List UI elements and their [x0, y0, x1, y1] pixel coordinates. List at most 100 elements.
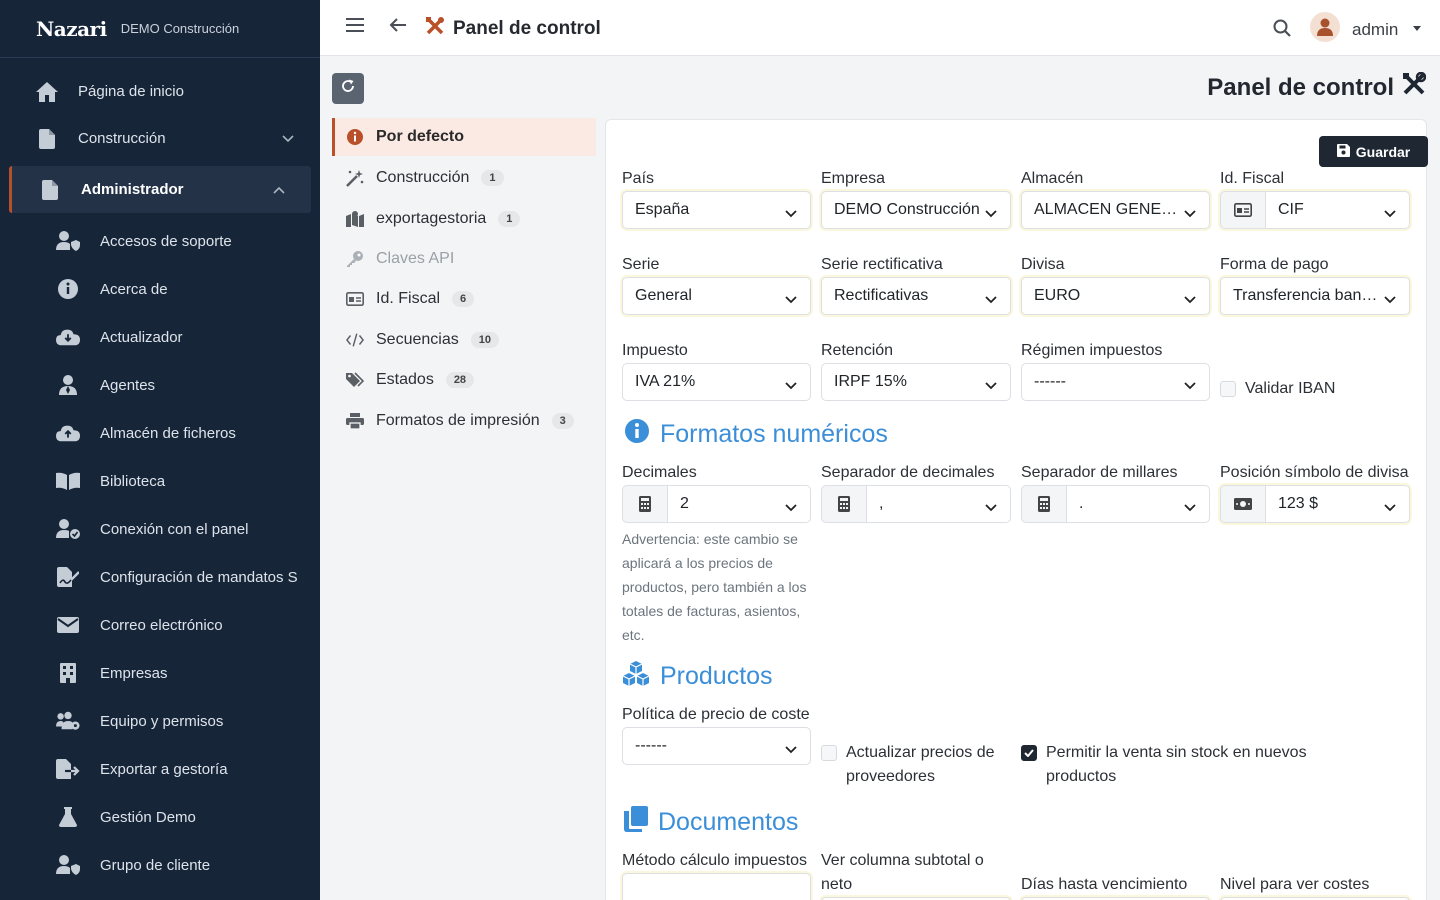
checkbox-box-checked[interactable]	[1021, 745, 1037, 761]
user-name[interactable]: admin	[1352, 20, 1398, 40]
sidebar-subitem-conexion[interactable]: Conexión con el panel	[0, 505, 320, 553]
subnav-item-label: Construcción	[376, 169, 470, 187]
subnav-item-formatos-impresion[interactable]: Formatos de impresión 3	[332, 400, 596, 440]
checkbox-validar-iban[interactable]: Validar IBAN	[1220, 377, 1410, 401]
sidebar-subitem-mandatos[interactable]: Configuración de mandatos S	[0, 553, 320, 601]
select-politica-precio[interactable]: ------	[622, 727, 811, 765]
field-empresa: Empresa DEMO Construcción	[821, 167, 1011, 229]
avatar[interactable]	[1310, 12, 1340, 42]
sidebar-item-construccion[interactable]: Construcción	[0, 115, 320, 162]
subnav-item-claves-api[interactable]: Claves API	[332, 239, 596, 279]
building-icon	[56, 663, 80, 683]
label-serie: Serie	[622, 256, 660, 273]
calculator-icon	[821, 485, 866, 523]
brand[interactable]: Nazari DEMO Construcción	[0, 0, 320, 58]
search-icon[interactable]	[1273, 19, 1291, 42]
select-pais[interactable]: España	[622, 191, 811, 229]
file-signature-icon	[56, 567, 80, 587]
subnav-item-secuencias[interactable]: Secuencias 10	[332, 320, 596, 360]
subnav-item-id-fiscal[interactable]: Id. Fiscal 6	[332, 279, 596, 319]
sidebar-subitem-equipo[interactable]: Equipo y permisos	[0, 697, 320, 745]
field-impuesto: Impuesto IVA 21%	[622, 339, 811, 401]
caret-down-icon[interactable]	[1413, 26, 1421, 31]
select-decimales[interactable]: 2	[667, 485, 811, 523]
count-badge: 28	[445, 372, 475, 389]
cloud-download-icon	[56, 328, 80, 346]
select-divisa[interactable]: EURO	[1021, 277, 1210, 315]
tools-icon	[425, 16, 445, 42]
select-value: General	[635, 287, 692, 304]
select-retencion[interactable]: IRPF 15%	[821, 363, 1011, 401]
select-empresa[interactable]: DEMO Construcción	[821, 191, 1011, 229]
sidebar-subitem-agentes[interactable]: Agentes	[0, 361, 320, 409]
select-value: 2	[680, 495, 689, 512]
sidebar-item-label: Actualizador	[100, 328, 183, 346]
chevron-up-icon	[273, 183, 285, 197]
select-metodo-calculo[interactable]	[622, 873, 811, 900]
sidebar-subitem-gestion-demo[interactable]: Gestión Demo	[0, 793, 320, 841]
sidebar-item-administrador[interactable]: Administrador	[9, 166, 311, 213]
chevron-down-icon	[785, 499, 797, 517]
select-value: Transferencia bancaria	[1233, 287, 1397, 304]
user-check-icon	[56, 519, 80, 539]
magic-wand-icon	[346, 169, 364, 188]
label-forma-pago: Forma de pago	[1220, 256, 1329, 273]
sidebar-subitem-accesos[interactable]: Accesos de soporte	[0, 217, 320, 265]
checkbox-actualizar-precios[interactable]: Actualizar precios de proveedores	[821, 741, 1011, 789]
select-value: CIF	[1278, 201, 1304, 218]
checkbox-label: Permitir la venta sin stock en nuevos pr…	[1046, 744, 1307, 785]
select-posicion-simbolo[interactable]: 123 $	[1265, 485, 1410, 523]
chevron-down-icon	[282, 132, 294, 146]
subnav-item-estados[interactable]: Estados 28	[332, 360, 596, 400]
select-value: EURO	[1034, 287, 1081, 304]
select-impuesto[interactable]: IVA 21%	[622, 363, 811, 401]
sidebar-subitem-acerca[interactable]: Acerca de	[0, 265, 320, 313]
select-separador-millares[interactable]: .	[1066, 485, 1210, 523]
checkbox-box[interactable]	[1220, 381, 1236, 397]
label-decimales: Decimales	[622, 464, 697, 481]
chevron-down-icon	[785, 291, 797, 309]
field-retencion: Retención IRPF 15%	[821, 339, 1011, 401]
select-forma-pago[interactable]: Transferencia bancaria	[1220, 277, 1410, 315]
sidebar-item-label: Conexión con el panel	[100, 520, 249, 538]
info-circle-icon	[56, 279, 80, 299]
save-button[interactable]: Guardar	[1319, 136, 1428, 167]
brand-logo[interactable]: Nazari	[36, 17, 107, 41]
sidebar-subitem-empresas[interactable]: Empresas	[0, 649, 320, 697]
sidebar-subitem-actualizador[interactable]: Actualizador	[0, 313, 320, 361]
info-circle-icon	[346, 129, 364, 145]
select-almacen[interactable]: ALMACEN GENERAL	[1021, 191, 1210, 229]
refresh-button[interactable]	[332, 73, 364, 104]
checkbox-box[interactable]	[821, 745, 837, 761]
count-badge: 6	[452, 291, 475, 308]
section-title-documentos: Documentos	[624, 806, 798, 839]
label-metodo-calculo: Método cálculo impuestos	[622, 852, 807, 869]
sidebar-item-label: Grupo de cliente	[100, 856, 211, 874]
subnav-item-por-defecto[interactable]: Por defecto	[332, 118, 596, 156]
sidebar-subitem-exportar[interactable]: Exportar a gestoría	[0, 745, 320, 793]
select-regimen[interactable]: ------	[1021, 363, 1210, 401]
label-politica-precio: Política de precio de coste	[622, 706, 810, 723]
checkbox-permitir-venta[interactable]: Permitir la venta sin stock en nuevos pr…	[1021, 741, 1341, 789]
sidebar-subitem-almacen[interactable]: Almacén de ficheros	[0, 409, 320, 457]
subnav-item-construccion[interactable]: Construcción 1	[332, 158, 596, 198]
sidebar-item-label: Administrador	[81, 181, 184, 198]
count-badge: 10	[470, 331, 499, 348]
field-separador-decimales: Separador de decimales ,	[821, 461, 1011, 523]
label-dias-vencimiento: Días hasta vencimiento	[1021, 876, 1188, 893]
select-id-fiscal[interactable]: CIF	[1265, 191, 1410, 229]
select-separador-decimales[interactable]: ,	[866, 485, 1011, 523]
back-arrow-icon[interactable]	[389, 17, 407, 38]
hamburger-menu-icon[interactable]	[346, 17, 364, 38]
field-validar-iban: Validar IBAN	[1220, 377, 1410, 401]
input-group-posicion-simbolo: 123 $	[1220, 485, 1410, 523]
subnav-item-label: Estados	[376, 371, 434, 389]
sidebar-subitem-biblioteca[interactable]: Biblioteca	[0, 457, 320, 505]
select-serie-rectificativa[interactable]: Rectificativas	[821, 277, 1011, 315]
sidebar-subitem-correo[interactable]: Correo electrónico	[0, 601, 320, 649]
sidebar-item-home[interactable]: Página de inicio	[0, 68, 320, 115]
settings-subnav: Por defecto Construcción 1 exportagestor…	[332, 118, 596, 441]
select-serie[interactable]: General	[622, 277, 811, 315]
subnav-item-exportagestoria[interactable]: exportagestoria 1	[332, 198, 596, 238]
sidebar-subitem-grupo-cliente[interactable]: Grupo de cliente	[0, 841, 320, 889]
